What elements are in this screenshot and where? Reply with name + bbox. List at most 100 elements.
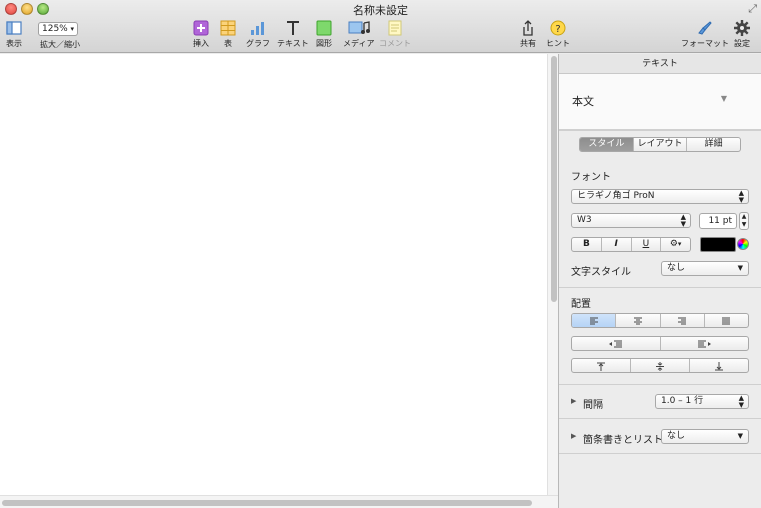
font-family-value: ヒラギノ角ゴ ProN	[577, 191, 655, 201]
view-button[interactable]: 表示	[6, 20, 22, 49]
text-button[interactable]: テキスト	[277, 20, 309, 49]
align-center-button[interactable]	[616, 314, 661, 327]
chevron-down-icon: ▼	[720, 94, 727, 103]
char-style-popup[interactable]: なし ▼	[661, 261, 749, 276]
zoom-label: 拡大／縮小	[40, 40, 80, 49]
align-left-button[interactable]	[572, 314, 617, 327]
decrease-indent-button[interactable]	[572, 337, 661, 350]
vertical-scroll-thumb[interactable]	[551, 56, 557, 302]
format-label: フォーマット	[681, 39, 729, 48]
comment-button[interactable]: コメント	[379, 20, 411, 49]
font-size-stepper[interactable]: ▲ ▼	[739, 212, 749, 230]
bullets-value: なし	[667, 431, 686, 441]
chart-label: グラフ	[246, 39, 270, 48]
media-label: メディア	[343, 39, 375, 48]
brush-icon	[698, 21, 712, 35]
updown-arrows-icon: ▲ ▼	[680, 213, 686, 228]
toolbar: 名称未設定 ⤢ 表示 125% ▾ 拡大／縮小 挿入 表 グラフ テキスト 図形…	[0, 0, 761, 53]
align-top-button[interactable]	[572, 359, 631, 372]
align-bottom-icon	[715, 362, 723, 371]
tab-style[interactable]: スタイル	[580, 138, 634, 151]
sidebar-tabs: スタイル レイアウト 詳細	[579, 137, 741, 152]
char-style-label: 文字スタイル	[571, 267, 631, 278]
comment-label: コメント	[379, 39, 411, 48]
indent-buttons	[571, 336, 749, 351]
table-icon	[220, 20, 236, 36]
bold-button[interactable]: B	[572, 238, 602, 251]
paragraph-style-selector[interactable]: 本文 ▼	[559, 74, 761, 130]
table-button[interactable]: 表	[220, 20, 236, 49]
zoom-popup[interactable]: 125% ▾	[38, 22, 78, 36]
horizontal-alignment-buttons	[571, 313, 749, 328]
increase-indent-button[interactable]	[661, 337, 749, 350]
italic-button[interactable]: I	[602, 238, 632, 251]
vertical-scrollbar[interactable]	[547, 54, 558, 495]
align-middle-button[interactable]	[631, 359, 690, 372]
text-color-well[interactable]	[700, 237, 736, 252]
color-wheel-icon[interactable]	[737, 238, 749, 250]
align-top-icon	[597, 362, 605, 371]
svg-text:?: ?	[555, 24, 560, 35]
chart-button[interactable]: グラフ	[246, 20, 270, 49]
chevron-down-icon: ▼	[737, 432, 743, 440]
tab-details[interactable]: 詳細	[687, 138, 740, 151]
tab-layout[interactable]: レイアウト	[634, 138, 688, 151]
paragraph-style-name: 本文	[572, 95, 594, 108]
chevron-down-icon: ▾	[70, 25, 74, 33]
tips-label: ヒント	[546, 39, 570, 48]
increase-indent-icon	[698, 340, 712, 348]
comment-icon	[388, 20, 402, 36]
font-size-field[interactable]: 11 pt	[699, 213, 737, 229]
media-icon	[348, 21, 370, 34]
sidebar-header: テキスト	[559, 54, 761, 74]
help-icon: ?	[550, 20, 566, 36]
spacing-popup[interactable]: 1.0 – 1 行 ▲ ▼	[655, 394, 749, 409]
window-title: 名称未設定	[353, 4, 408, 17]
format-button[interactable]: フォーマット	[681, 20, 729, 49]
divider	[559, 418, 761, 419]
view-label: 表示	[6, 39, 22, 48]
table-label: 表	[224, 39, 232, 48]
text-label: テキスト	[277, 39, 309, 48]
disclosure-triangle-icon[interactable]: ▶	[571, 397, 576, 405]
divider	[559, 130, 761, 131]
fullscreen-icon[interactable]: ⤢	[748, 2, 757, 16]
divider	[559, 287, 761, 288]
gear-icon	[734, 20, 750, 36]
disclosure-triangle-icon[interactable]: ▶	[571, 432, 576, 440]
font-section-label: フォント	[571, 172, 611, 183]
updown-arrows-icon: ▲ ▼	[738, 189, 744, 204]
align-justify-button[interactable]	[705, 314, 748, 327]
align-middle-icon	[656, 362, 664, 371]
align-center-icon	[633, 317, 642, 325]
share-label: 共有	[520, 39, 536, 48]
share-button[interactable]: 共有	[520, 20, 536, 49]
align-right-button[interactable]	[661, 314, 705, 327]
shape-icon	[316, 20, 332, 36]
view-icon	[6, 21, 22, 35]
font-family-popup[interactable]: ヒラギノ角ゴ ProN ▲ ▼	[571, 189, 749, 204]
bullets-popup[interactable]: なし ▼	[661, 429, 749, 444]
document-canvas[interactable]	[0, 54, 547, 495]
spacing-label: 間隔	[583, 400, 603, 411]
settings-button[interactable]: 設定	[734, 20, 750, 49]
media-button[interactable]: メディア	[343, 20, 374, 49]
share-icon	[523, 20, 533, 36]
chevron-down-icon: ▼	[737, 264, 743, 272]
underline-button[interactable]: U	[632, 238, 662, 251]
divider	[559, 453, 761, 454]
shape-label: 図形	[316, 39, 332, 48]
horizontal-scroll-thumb[interactable]	[2, 500, 532, 506]
tips-button[interactable]: ? ヒント	[546, 20, 570, 49]
format-sidebar: テキスト 本文 ▼ スタイル レイアウト 詳細 フォント ヒラギノ角ゴ ProN…	[558, 54, 761, 508]
chart-icon	[251, 22, 264, 35]
horizontal-scrollbar[interactable]	[0, 495, 558, 508]
text-icon	[286, 21, 299, 35]
insert-button[interactable]: 挿入	[193, 20, 209, 49]
shape-button[interactable]: 図形	[316, 20, 332, 49]
text-options-button[interactable]: ⚙▾	[661, 238, 690, 251]
insert-label: 挿入	[193, 39, 209, 48]
font-weight-popup[interactable]: W3 ▲ ▼	[571, 213, 691, 228]
settings-label: 設定	[734, 39, 750, 48]
align-bottom-button[interactable]	[690, 359, 748, 372]
